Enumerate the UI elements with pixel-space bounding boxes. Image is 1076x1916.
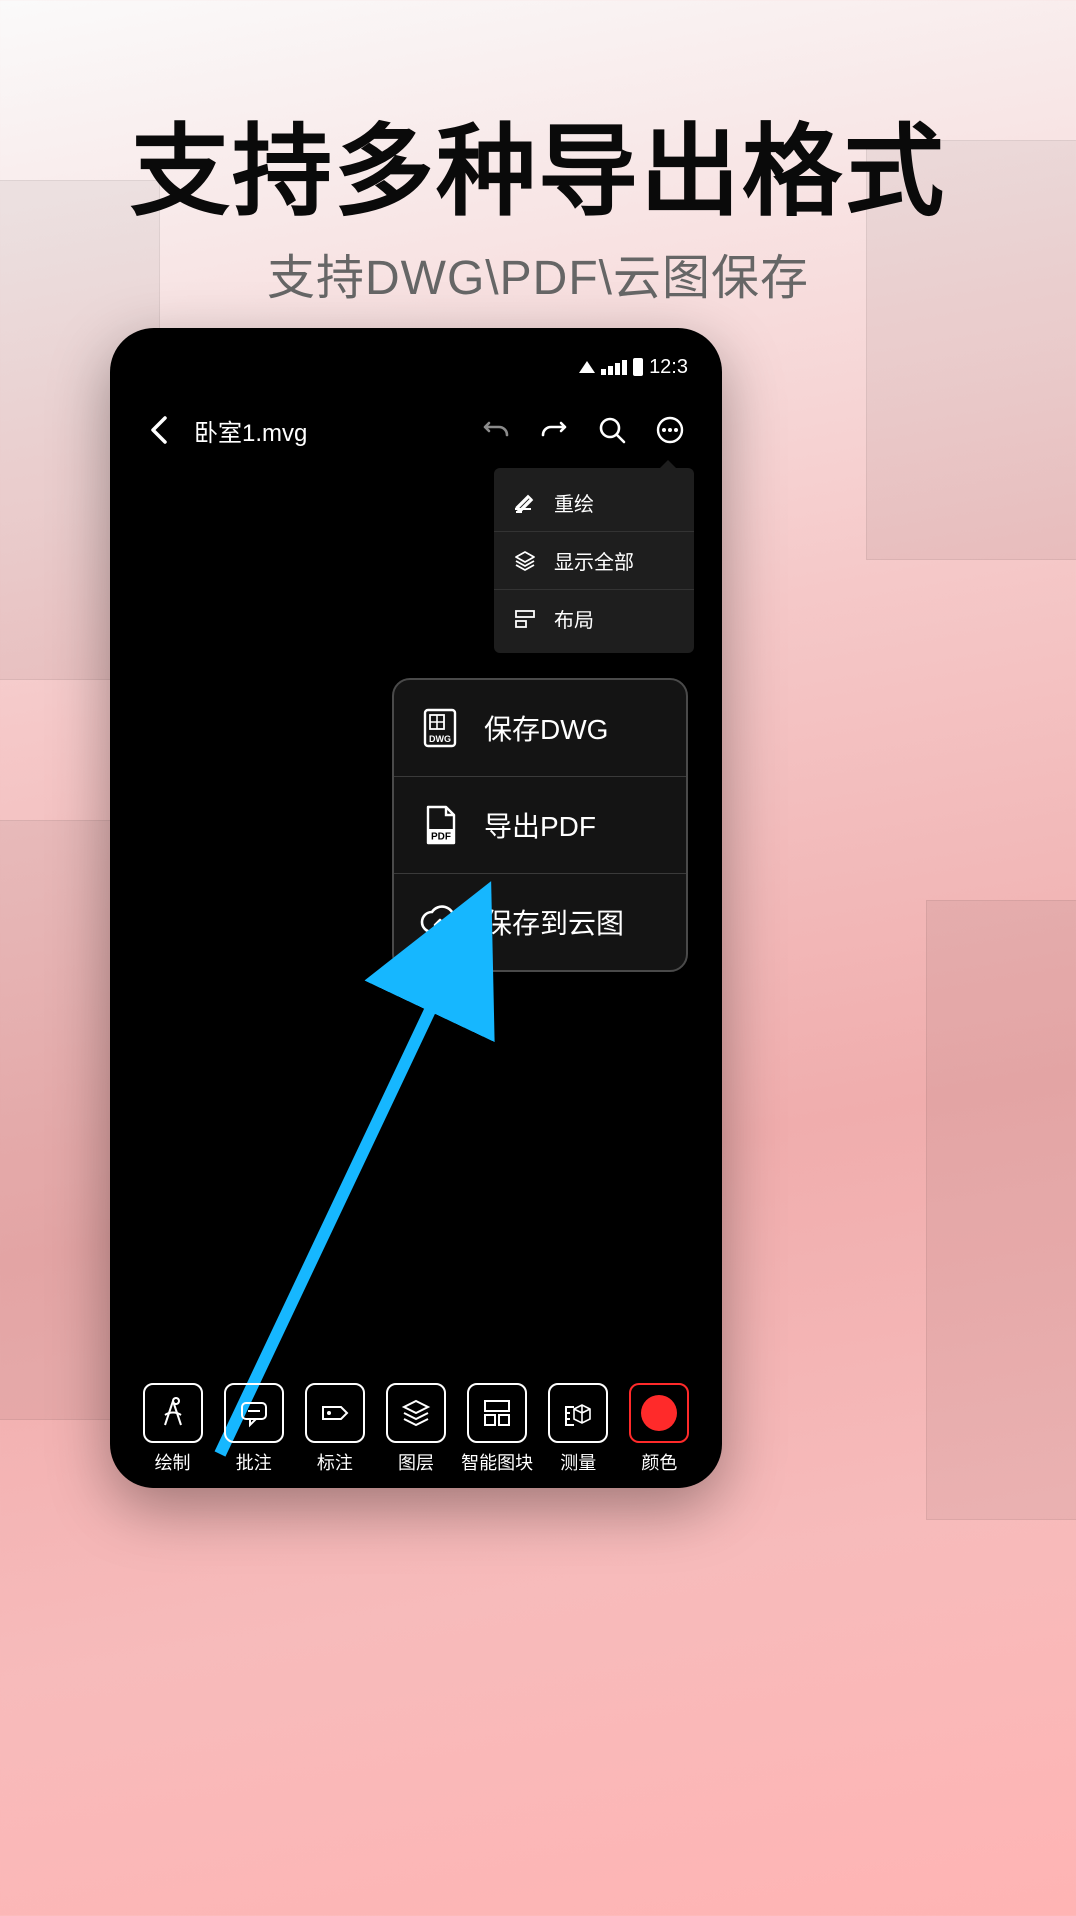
layout-icon (512, 606, 538, 632)
tool-color[interactable]: 颜色 (623, 1383, 695, 1475)
tool-label: 颜色 (641, 1449, 677, 1475)
tool-label: 智能图块 (461, 1449, 533, 1475)
tool-measure[interactable]: 测量 (542, 1383, 614, 1475)
tool-label: 批注 (236, 1449, 272, 1475)
menu-item-label: 重绘 (554, 488, 594, 517)
undo-button[interactable] (474, 408, 518, 452)
export-item-label: 保存到云图 (484, 902, 624, 942)
status-wifi-icon (579, 361, 595, 373)
search-button[interactable] (590, 408, 634, 452)
back-button[interactable] (140, 410, 180, 450)
tool-label: 绘制 (155, 1449, 191, 1475)
tool-layers[interactable]: 图层 (380, 1383, 452, 1475)
file-title: 卧室1.mvg (194, 413, 307, 448)
bottom-toolbar: 绘制 批注 标注 图层 智能图块 测量 (128, 1370, 704, 1488)
export-menu: DWG 保存DWG PDF 导出PDF (392, 678, 688, 972)
phone-frame: 12:3 卧室1.mvg (110, 328, 722, 1488)
comment-icon (236, 1395, 272, 1431)
chevron-left-icon (149, 416, 171, 444)
export-save-cloud[interactable]: 保存到云图 (394, 874, 686, 970)
tool-blocks[interactable]: 智能图块 (461, 1383, 533, 1475)
status-battery-icon (633, 358, 643, 376)
tool-annotate[interactable]: 标注 (299, 1383, 371, 1475)
more-button[interactable] (648, 408, 692, 452)
export-save-dwg[interactable]: DWG 保存DWG (394, 680, 686, 777)
tool-label: 图层 (398, 1449, 434, 1475)
pdf-file-icon: PDF (418, 803, 462, 847)
record-dot-icon (641, 1395, 677, 1431)
layers-icon (398, 1395, 434, 1431)
tool-draw[interactable]: 绘制 (137, 1383, 209, 1475)
compass-icon (155, 1395, 191, 1431)
bg-decor (926, 900, 1076, 1520)
status-signal-icon (601, 360, 627, 375)
menu-item-layout[interactable]: 布局 (494, 590, 694, 647)
menu-item-label: 布局 (554, 604, 594, 633)
cloud-upload-icon (418, 900, 462, 944)
menu-item-show-all[interactable]: 显示全部 (494, 532, 694, 590)
svg-text:DWG: DWG (429, 734, 451, 744)
search-icon (597, 415, 627, 445)
redo-icon (539, 415, 569, 445)
phone-screen: 12:3 卧室1.mvg (128, 346, 704, 1488)
status-bar: 12:3 (128, 346, 704, 388)
export-pdf[interactable]: PDF 导出PDF (394, 777, 686, 874)
menu-item-redraw[interactable]: 重绘 (494, 474, 694, 532)
svg-text:PDF: PDF (431, 832, 451, 843)
tag-icon (317, 1395, 353, 1431)
status-time: 12:3 (649, 356, 688, 379)
pen-icon (512, 490, 538, 516)
layers-icon (512, 548, 538, 574)
overflow-menu: 重绘 显示全部 布局 (494, 468, 694, 653)
app-bar: 卧室1.mvg (128, 400, 704, 460)
export-item-label: 保存DWG (484, 708, 608, 748)
blocks-icon (479, 1395, 515, 1431)
tool-label: 标注 (317, 1449, 353, 1475)
marketing-subhead: 支持DWG\PDF\云图保存 (0, 238, 1076, 308)
menu-item-label: 显示全部 (554, 546, 634, 575)
export-item-label: 导出PDF (484, 805, 596, 845)
ruler-cube-icon (560, 1395, 596, 1431)
tool-comment[interactable]: 批注 (218, 1383, 290, 1475)
dwg-file-icon: DWG (418, 706, 462, 750)
more-horizontal-icon (655, 415, 685, 445)
tool-label: 测量 (560, 1449, 596, 1475)
redo-button[interactable] (532, 408, 576, 452)
undo-icon (481, 415, 511, 445)
marketing-headline: 支持多种导出格式 (0, 90, 1076, 235)
